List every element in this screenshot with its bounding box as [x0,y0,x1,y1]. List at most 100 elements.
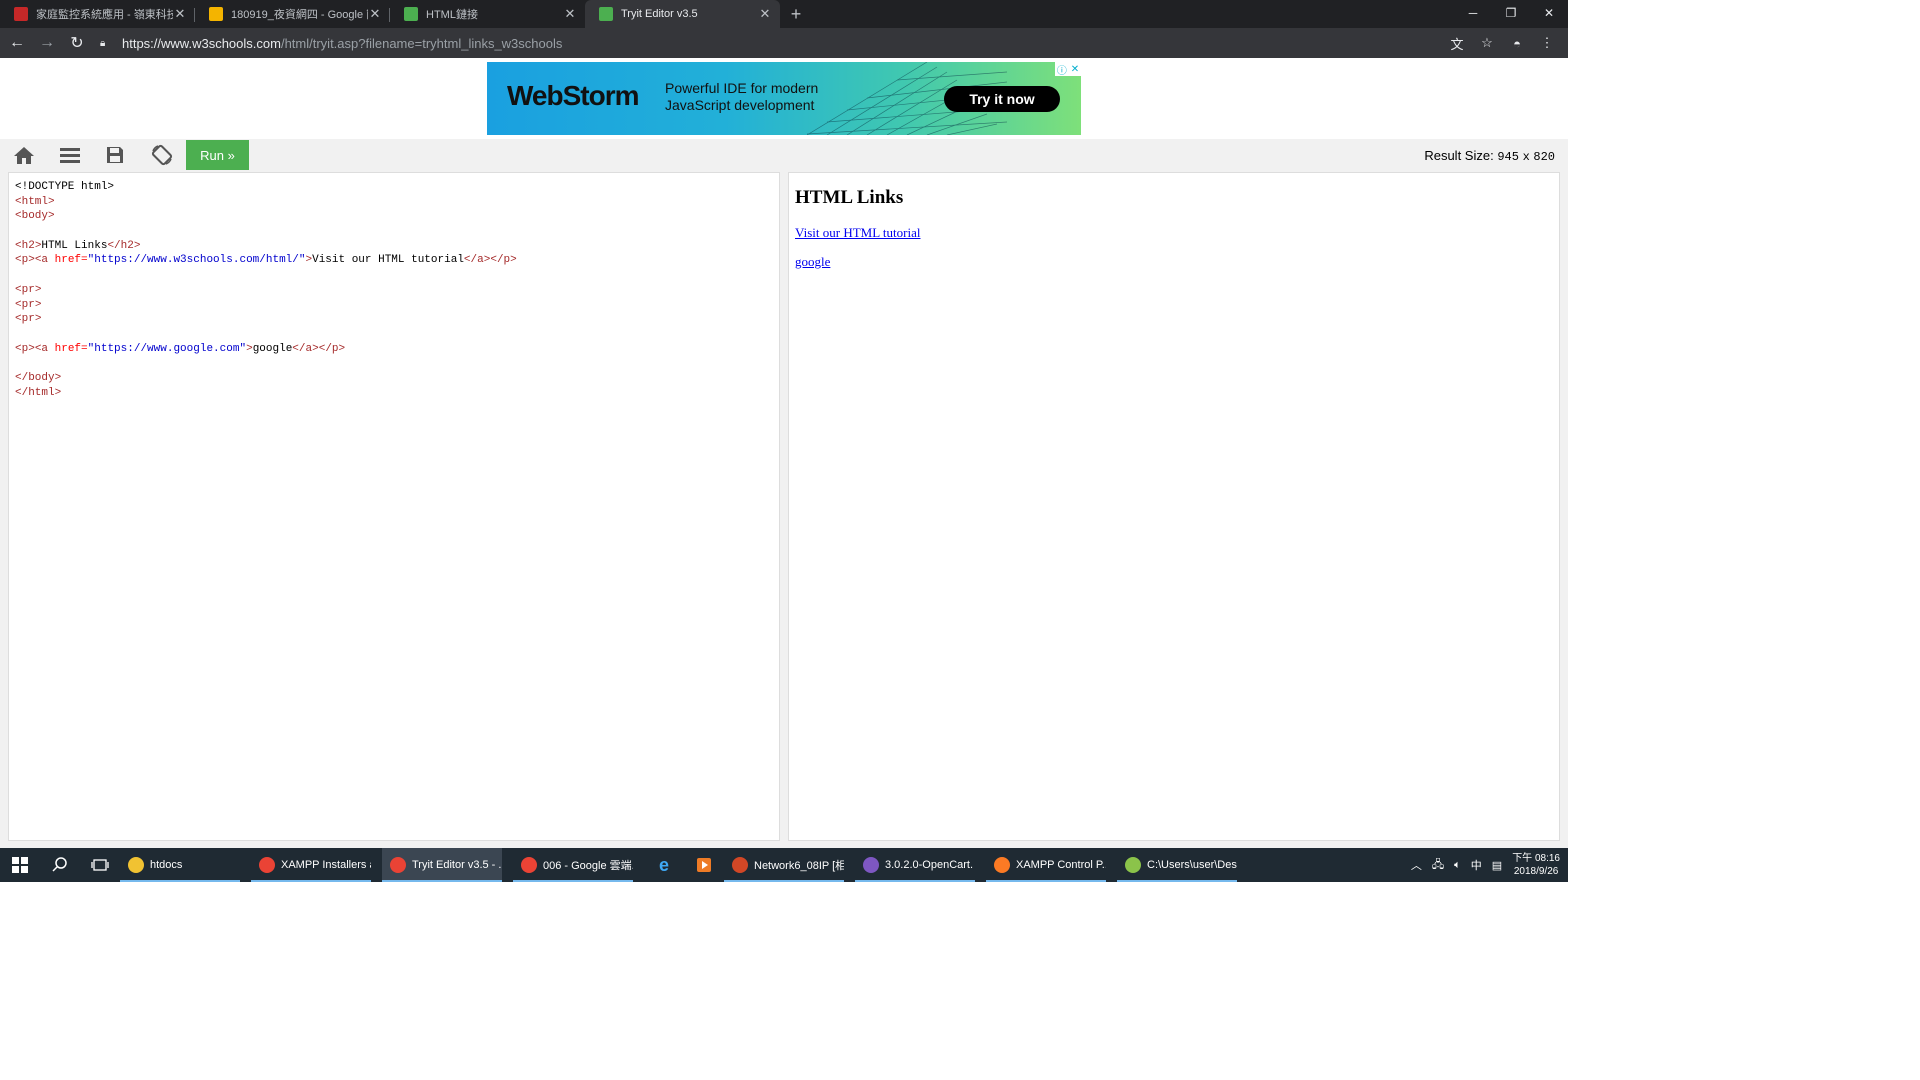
incognito-icon[interactable]: ◓ [1502,30,1532,56]
browser-tab[interactable]: HTML鏈接 ✕ [390,0,585,28]
code-line: <html> [15,195,55,208]
code-line: ​ [15,224,773,239]
taskbar-app[interactable]: Network6_08IP [相... [724,848,844,882]
taskbar-app-label: XAMPP Installers a... [281,859,371,871]
result-size-label: Result Size: [1424,148,1494,163]
app-icon [259,857,275,873]
code-line: ​ [15,268,773,283]
taskbar-app-label: 3.0.2.0-OpenCart. [885,859,974,871]
ad-tagline: Powerful IDE for modern JavaScript devel… [665,80,819,113]
result-width: 945 [1497,150,1519,164]
browser-tab[interactable]: 家庭監控系統應用 - 嶺東科技大學 ✕ [0,0,195,28]
reload-icon[interactable]: ↻ [64,30,90,56]
taskbar-app[interactable]: XAMPP Installers a... [251,848,371,882]
ad-brand: WebStorm [507,80,639,111]
menu-icon[interactable] [57,144,83,166]
rotate-orientation-icon[interactable] [149,144,175,166]
taskbar-app[interactable]: 3.0.2.0-OpenCart. [855,848,975,882]
code-line: <pr> [15,313,42,326]
media-player-icon[interactable] [684,848,724,882]
html-tutorial-link[interactable]: Visit our HTML tutorial [795,225,920,240]
taskbar-app[interactable]: XAMPP Control P... [986,848,1106,882]
url-host: https://www.w3schools.com [122,35,281,51]
browser-tab[interactable]: 180919_夜資網四 - Google 簡報 ✕ [195,0,390,28]
code-line: <p><a href="https://www.google.com">goog… [15,342,346,355]
taskbar-app[interactable]: htdocs [120,848,240,882]
code-line: <body> [15,210,55,223]
result-height: 820 [1533,150,1555,164]
forward-arrow-icon[interactable]: → [34,30,60,56]
app-icon [994,857,1010,873]
code-editor[interactable]: <!DOCTYPE html><html><body>​<h2>HTML Lin… [8,172,780,841]
menu-kebab-icon[interactable]: ⋮ [1532,30,1562,56]
tab-title: Tryit Editor v3.5 [621,8,698,20]
new-tab-button[interactable]: + [784,0,808,28]
app-icon [1125,857,1141,873]
app-icon [732,857,748,873]
ad-area: WebStorm Powerful IDE for modern JavaScr… [0,58,1568,139]
tab-close-icon[interactable]: ✕ [563,6,577,22]
translate-icon[interactable]: 文 [1442,30,1472,56]
w3schools-favicon-icon [599,7,613,21]
ad-cta-button[interactable]: Try it now [944,86,1060,112]
tab-close-icon[interactable]: ✕ [368,6,382,22]
network-icon[interactable]: 🖧︎ [1432,856,1444,875]
result-heading: HTML Links [795,187,904,208]
code-line: ​ [15,356,773,371]
bookmark-star-icon[interactable]: ☆ [1472,30,1502,56]
app-icon [390,857,406,873]
taskbar-app-label: Network6_08IP [相... [754,860,844,872]
code-line: <h2>HTML Links</h2> [15,239,141,252]
ime-indicator[interactable]: 中 [1471,857,1482,873]
w3schools-favicon-icon [404,7,418,21]
taskbar-app-label: htdocs [150,859,183,871]
clock-date: 2018/9/26 [1513,866,1559,877]
code-line: <pr> [15,298,42,311]
code-line: </body> [15,371,62,384]
minimize-icon[interactable]: ─ [1454,0,1492,26]
tab-strip: 家庭監控系統應用 - 嶺東科技大學 ✕ 180919_夜資網四 - Google… [0,0,1568,28]
taskbar-app[interactable]: 006 - Google 雲端... [513,848,633,882]
address-bar[interactable]: 🔒︎ https://www.w3schools.com/html/tryit.… [100,30,1442,56]
result-size: Result Size: 945 x 820 [1424,148,1555,164]
url-path: /html/tryit.asp?filename=tryhtml_links_w… [280,35,563,51]
ad-choices[interactable]: ⓘ ✕ [1055,62,1081,77]
restore-icon[interactable]: ❐ [1492,0,1530,26]
notification-icon[interactable]: ▤ [1492,859,1502,872]
tab-close-icon[interactable]: ✕ [173,6,187,22]
code-line: <pr> [15,283,42,296]
close-window-icon[interactable]: ✕ [1530,0,1568,26]
tab-close-icon[interactable]: ✕ [758,6,772,22]
webstorm-ad-banner[interactable]: WebStorm Powerful IDE for modern JavaScr… [487,62,1081,135]
taskbar-app[interactable]: C:\Users\user\Des... [1117,848,1237,882]
back-arrow-icon[interactable]: ← [4,30,30,56]
google-link[interactable]: google [795,254,830,269]
home-icon[interactable] [11,144,37,166]
window-controls: ─ ❐ ✕ [1454,0,1568,26]
task-view-icon[interactable] [80,848,120,882]
info-icon[interactable]: ⓘ [1057,62,1067,77]
taskbar-app-label: C:\Users\user\Des... [1147,859,1237,871]
tab-title: 家庭監控系統應用 - 嶺東科技大學 [36,9,173,21]
run-button[interactable]: Run » [186,140,249,170]
clock[interactable]: 下午 08:16 2018/9/26 [1512,852,1560,878]
ad-close-icon[interactable]: ✕ [1071,64,1079,75]
site-favicon-icon [14,7,28,21]
chevron-up-icon[interactable]: ︿ [1411,857,1422,873]
code-line: <p><a href="https://www.w3schools.com/ht… [15,254,517,267]
search-icon[interactable] [40,848,80,882]
code-line: ​ [15,327,773,342]
taskbar-app-label: XAMPP Control P... [1016,859,1106,871]
taskbar-app[interactable]: Tryit Editor v3.5 - ... [382,848,502,882]
windows-start-icon[interactable] [0,848,40,882]
volume-icon[interactable]: 🔈︎ [1454,859,1461,872]
app-icon [128,857,144,873]
windows-taskbar: htdocs XAMPP Installers a... Tryit Editor … [0,848,1568,882]
save-icon[interactable] [102,144,128,166]
tab-title: HTML鏈接 [426,9,478,21]
edge-icon[interactable]: e [644,848,684,882]
browser-tab-active[interactable]: Tryit Editor v3.5 ✕ [585,0,780,28]
result-x: x [1522,150,1530,164]
slides-favicon-icon [209,7,223,21]
app-icon [863,857,879,873]
